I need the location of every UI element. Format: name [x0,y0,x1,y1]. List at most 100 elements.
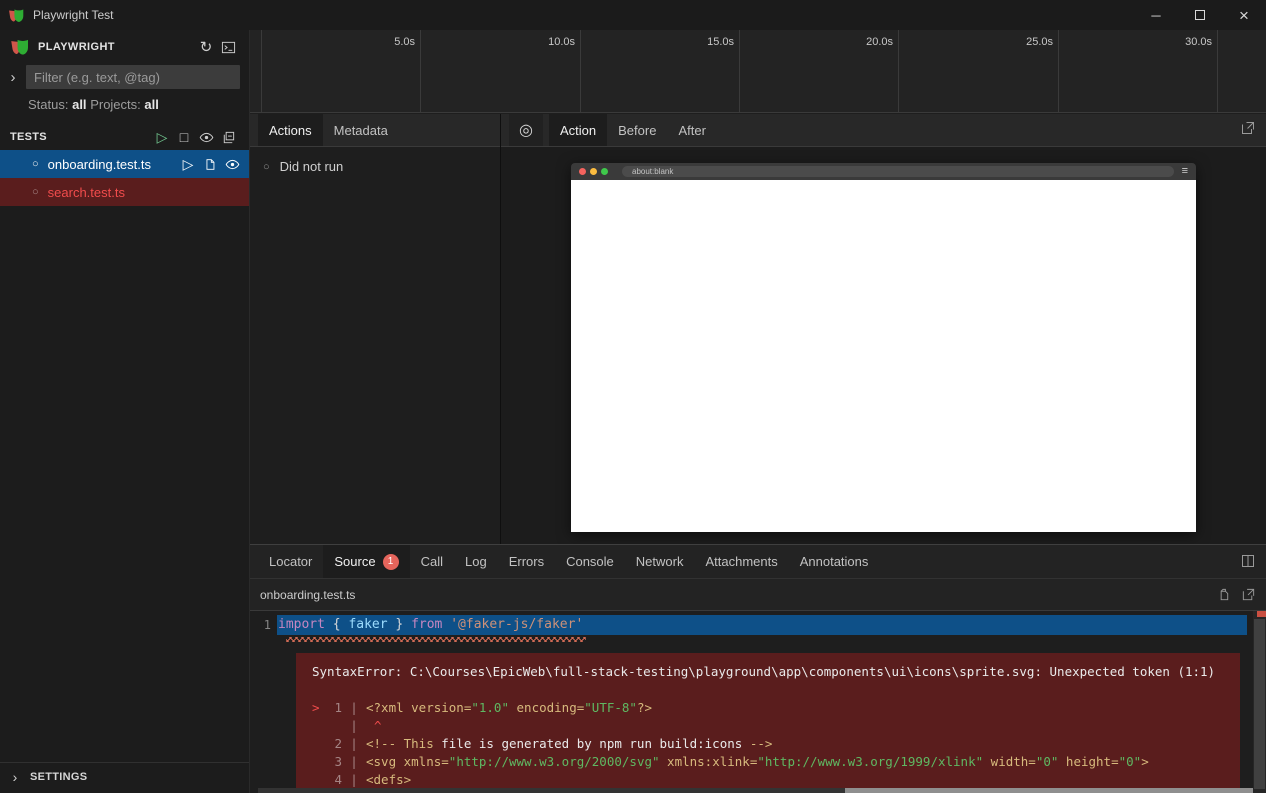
window-controls: ─ × [1134,0,1266,30]
tab-action[interactable]: Action [549,114,607,146]
play-icon: ▷ [157,129,168,146]
details-section: Locator Source 1 Call Log Errors Console… [250,544,1266,793]
error-message: SyntaxError: C:\Courses\EpicWeb\full-sta… [312,663,1224,681]
test-row-actions: ▷ [177,154,243,174]
maximize-icon [1195,10,1205,20]
error-frame-line: 2|<!-- This file is generated by npm run… [312,735,1224,753]
copy-icon [1216,587,1231,602]
vertical-scrollbar-thumb[interactable] [1254,619,1265,789]
timeline-tick: 10.0s [515,36,575,48]
source-code-viewer[interactable]: 1 import { faker } from '@faker-js/faker… [250,611,1266,793]
traffic-light-close-icon [579,168,586,175]
terminal-button[interactable] [217,36,239,58]
tab-log[interactable]: Log [454,545,498,578]
timeline-tick: 20.0s [833,36,893,48]
filter-row: › [0,65,249,89]
collapse-all-icon [221,130,236,145]
split-view-icon [1240,553,1256,569]
line-number: 1 [250,615,277,635]
source-filename: onboarding.test.ts [260,588,355,602]
eye-icon [199,130,214,145]
collapse-all-button[interactable] [217,127,239,147]
tab-call[interactable]: Call [410,545,454,578]
tab-attachments[interactable]: Attachments [694,545,788,578]
tab-annotations[interactable]: Annotations [789,545,880,578]
browser-menu-icon: ≡ [1182,166,1188,177]
test-file-onboarding[interactable]: ○ onboarding.test.ts ▷ [0,150,249,178]
tab-errors[interactable]: Errors [498,545,555,578]
tab-metadata[interactable]: Metadata [323,114,399,146]
error-caret-line: |^ [312,717,1224,735]
stop-button[interactable]: □ [173,127,195,147]
sidebar-header: PLAYWRIGHT ↻ [0,32,249,62]
refresh-icon: ↻ [200,38,213,56]
play-icon: ▷ [183,156,194,173]
tab-before[interactable]: Before [607,114,667,146]
timeline[interactable]: 5.0s 10.0s 15.0s 20.0s 25.0s 30.0s [250,30,1266,113]
run-test-button[interactable]: ▷ [177,154,199,174]
popout-icon [1240,120,1256,136]
test-status-icon: ○ [32,186,39,198]
browser-chrome: about:blank ≡ [571,163,1196,180]
main-area: 5.0s 10.0s 15.0s 20.0s 25.0s 30.0s Actio… [250,30,1266,793]
watch-test-button[interactable] [221,154,243,174]
refresh-button[interactable]: ↻ [195,36,217,58]
status-line: Status: all Projects: all [28,97,249,112]
watch-all-button[interactable] [195,127,217,147]
tab-source[interactable]: Source 1 [323,545,409,578]
timeline-gridline [739,30,740,112]
run-all-button[interactable]: ▷ [151,127,173,147]
timeline-tick: 5.0s [355,36,415,48]
sidebar: PLAYWRIGHT ↻ › Status: all Projects: all… [0,30,250,793]
tab-network[interactable]: Network [625,545,695,578]
playwright-masks-icon [10,37,30,57]
settings-section-header[interactable]: › SETTINGS [0,762,249,790]
actions-empty-state: ○ Did not run [250,159,500,174]
snapshot-pane: ◎ Action Before After [501,114,1266,544]
traffic-light-minimize-icon [590,168,597,175]
settings-title: SETTINGS [30,771,87,783]
syntax-error-panel: SyntaxError: C:\Courses\EpicWeb\full-sta… [296,653,1240,793]
maximize-button[interactable] [1178,0,1222,30]
chevron-right-icon: › [0,769,30,785]
test-file-search[interactable]: ○ search.test.ts [0,178,249,206]
test-status-icon: ○ [32,158,39,170]
code-line-1: 1 import { faker } from '@faker-js/faker… [250,615,1266,635]
projects-value[interactable]: all [144,97,158,112]
browser-snapshot: about:blank ≡ [571,163,1196,532]
tab-after[interactable]: After [667,114,716,146]
close-button[interactable]: × [1222,0,1266,30]
page-url: about:blank [632,167,673,176]
open-snapshot-external-button[interactable] [1240,120,1256,136]
tab-actions[interactable]: Actions [258,114,323,146]
tests-title: TESTS [10,131,47,143]
terminal-icon [221,40,236,55]
tab-locator[interactable]: Locator [258,545,323,578]
timeline-tick: 15.0s [674,36,734,48]
playwright-logo-icon [8,7,25,24]
title-bar: Playwright Test ─ × [0,0,1266,30]
status-label: Status: [28,97,68,112]
chevron-right-icon[interactable]: › [0,69,26,86]
popout-icon [1241,587,1256,602]
open-file-external-button[interactable] [1241,587,1256,602]
details-tabbar: Locator Source 1 Call Log Errors Console… [250,545,1266,578]
minimize-button[interactable]: ─ [1134,0,1178,30]
timeline-gridline [580,30,581,112]
toggle-split-view-button[interactable] [1240,553,1256,569]
filter-input[interactable] [26,65,240,89]
timeline-tick: 30.0s [1152,36,1212,48]
circle-icon: ○ [263,161,270,173]
horizontal-scrollbar-thumb[interactable] [845,788,1253,793]
error-frame-line: 3|<svg xmlns="http://www.w3.org/2000/svg… [312,753,1224,771]
open-source-button[interactable] [199,154,221,174]
page-content [571,180,1196,532]
eye-icon [225,157,240,172]
snapshot-tabbar: ◎ Action Before After [501,114,1266,147]
copy-path-button[interactable] [1216,587,1231,602]
vertical-scrollbar[interactable] [1253,611,1266,793]
tab-console[interactable]: Console [555,545,625,578]
status-value[interactable]: all [72,97,86,112]
pick-locator-button[interactable]: ◎ [509,114,543,146]
error-frame-line: 4|<defs> [312,771,1224,789]
